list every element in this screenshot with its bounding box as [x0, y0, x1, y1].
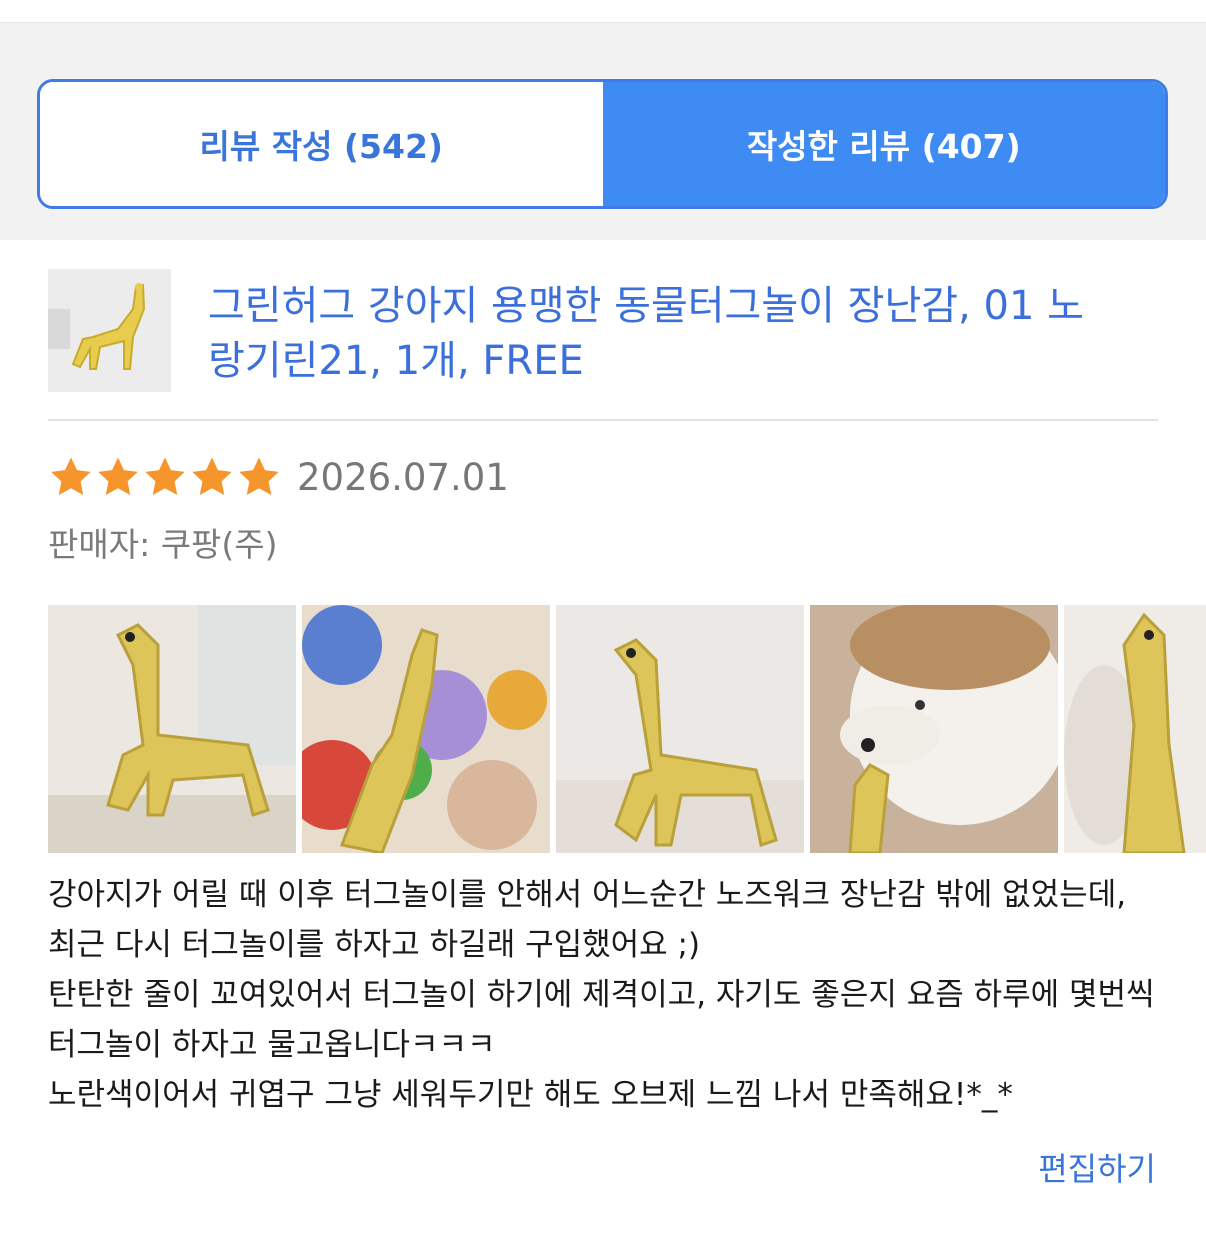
star-icon [145, 457, 185, 496]
tab-written-reviews[interactable]: 작성한 리뷰 (407) [602, 82, 1165, 206]
divider [48, 419, 1158, 421]
star-icon [51, 457, 91, 496]
giraffe-standing-photo[interactable] [556, 605, 804, 853]
top-strip [0, 0, 1206, 22]
star-icon [98, 457, 138, 496]
giraffe-toy-photo[interactable] [48, 605, 296, 853]
review-tabs: 리뷰 작성 (542) 작성한 리뷰 (407) [37, 79, 1168, 209]
star-icon [239, 457, 279, 496]
seller-label: 판매자: 쿠팡(주) [48, 525, 278, 564]
giraffe-closeup-photo[interactable] [1064, 605, 1206, 853]
review-photos [48, 605, 1206, 853]
giraffe-rope-toy-image[interactable] [48, 269, 171, 392]
giraffe-with-toys-photo[interactable] [302, 605, 550, 853]
tab-write-review[interactable]: 리뷰 작성 (542) [40, 82, 603, 206]
dog-with-giraffe-photo[interactable] [810, 605, 1058, 853]
review-date: 2026.07.01 [297, 455, 509, 499]
star-rating [48, 454, 283, 500]
edit-review-button[interactable]: 편집하기 [1038, 1144, 1156, 1190]
product-row[interactable]: 그린허그 강아지 용맹한 동물터그놀이 장난감, 01 노랑기린21, 1개, … [48, 269, 1158, 392]
star-icon [192, 457, 232, 496]
review-text: 강아지가 어릴 때 이후 터그놀이를 안해서 어느순간 노즈워크 장난감 밖에 … [48, 877, 1155, 1113]
product-title[interactable]: 그린허그 강아지 용맹한 동물터그놀이 장난감, 01 노랑기린21, 1개, … [208, 279, 1108, 389]
rating-row: 2026.07.01 [48, 452, 509, 502]
tab-bar-area: 리뷰 작성 (542) 작성한 리뷰 (407) [0, 22, 1206, 240]
